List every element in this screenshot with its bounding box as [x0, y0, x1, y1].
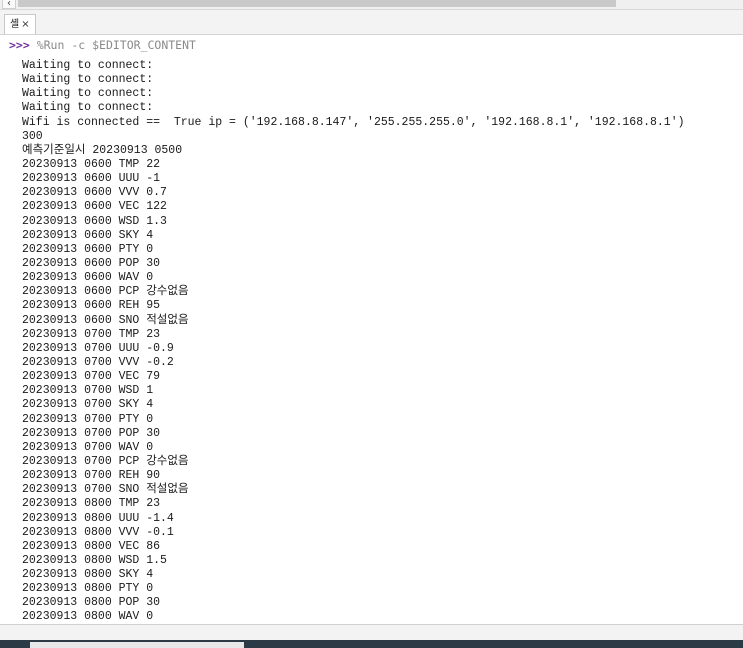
output-line: 20230913 0600 POP 30	[22, 256, 161, 270]
output-line: 20230913 0600 UUU -1	[22, 172, 161, 186]
output-line: 20230913 0800 WSD 1.5	[22, 553, 167, 567]
scrollbar-thumb[interactable]	[18, 0, 616, 7]
output-line: 20230913 0700 PTY 0	[22, 412, 154, 426]
output-line: 20230913 0600 SKY 4	[22, 228, 154, 242]
output-line: 20230913 0700 WSD 1	[22, 384, 154, 398]
output-line: 20230913 0700 POP 30	[22, 426, 161, 440]
output-line: 20230913 0700 PCP 강수없음	[22, 454, 189, 468]
output-line: 20230913 0600 PTY 0	[22, 242, 154, 256]
prompt-line: >>> %Run -c $EDITOR_CONTENT	[9, 37, 196, 53]
output-line: 20230913 0800 VEC 86	[22, 539, 161, 553]
output-line: 20230913 0700 UUU -0.9	[22, 341, 174, 355]
output-line: 20230913 0700 REH 90	[22, 469, 161, 483]
output-line: 20230913 0800 VVV -0.1	[22, 525, 174, 539]
output-line: Waiting to connect:	[22, 59, 154, 72]
shell-output: Waiting to connect: Waiting to connect: Wa…	[22, 59, 685, 624]
output-line: 20230913 0700 VEC 79	[22, 370, 161, 384]
output-line: 20230913 0700 VVV -0.2	[22, 355, 174, 369]
output-line: 20230913 0800 UUU -1.4	[22, 511, 174, 525]
output-line: 20230913 0800 TMP 23	[22, 497, 161, 511]
output-line: 20230913 0700 SKY 4	[22, 398, 154, 412]
output-line: Waiting to connect:	[22, 73, 154, 87]
output-line: 20230913 0600 SNO 적설없음	[22, 313, 189, 327]
horizontal-scrollbar[interactable]: ‹	[0, 0, 743, 10]
panel-bottom-edge	[0, 624, 743, 641]
output-line: Waiting to connect:	[22, 101, 154, 115]
output-line: 20230913 0600 WAV 0	[22, 271, 154, 285]
output-line: 20230913 0800 POP 30	[22, 596, 161, 610]
output-line: Wifi is connected == True ip = ('192.168…	[22, 115, 685, 129]
output-line: 20230913 0600 VEC 122	[22, 200, 167, 214]
shell-prompt: >>>	[9, 38, 30, 52]
output-line: 20230913 0700 TMP 23	[22, 327, 161, 341]
output-line: Waiting to connect:	[22, 87, 154, 101]
output-line: 20230913 0700 WAV 0	[22, 440, 154, 454]
output-line: 20230913 0600 REH 95	[22, 299, 161, 313]
output-line: 예측기준일시 20230913 0500	[22, 143, 183, 157]
output-line: 20230913 0600 TMP 22	[22, 157, 161, 171]
tab-strip: 셸 ×	[0, 10, 743, 35]
shell-command: %Run -c $EDITOR_CONTENT	[29, 38, 196, 52]
tab-shell-label: 셸	[10, 19, 20, 30]
tab-shell[interactable]: 셸 ×	[4, 14, 36, 34]
close-icon[interactable]: ×	[21, 15, 29, 34]
output-line: 20230913 0600 PCP 강수없음	[22, 285, 189, 299]
output-line: 20230913 0700 SNO 적설없음	[22, 483, 189, 497]
taskbar-active-item[interactable]	[30, 642, 244, 648]
shell-console[interactable]: >>> %Run -c $EDITOR_CONTENT Waiting to c…	[0, 35, 743, 624]
output-line: 20230913 0800 PTY 0	[22, 582, 154, 596]
output-line: 300	[22, 129, 43, 143]
output-line: 20230913 0600 VVV 0.7	[22, 186, 167, 200]
output-line: 20230913 0800 SKY 4	[22, 568, 154, 582]
output-line: 20230913 0800 WAV 0	[22, 610, 154, 624]
output-line: 20230913 0600 WSD 1.3	[22, 214, 167, 228]
scroll-left-arrow-icon[interactable]: ‹	[2, 0, 16, 9]
taskbar	[0, 640, 743, 648]
